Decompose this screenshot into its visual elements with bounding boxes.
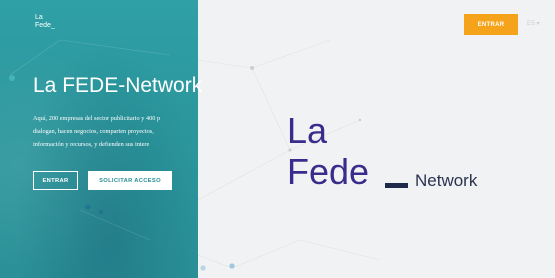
header-logo-line1: La [35, 14, 43, 21]
hero-description-line1: Aquí, 200 empresas del sector publicitar… [33, 115, 161, 122]
request-access-button[interactable]: SOLICITAR ACCESO [88, 171, 172, 190]
hero-description-line2: dialogan, hacen negocios, comparten proy… [33, 128, 154, 135]
brand-logo-network: Network [415, 171, 478, 190]
header-logo-line2: Fede_ [35, 22, 55, 29]
brand-logo-fede: Fede [287, 151, 370, 192]
hero-description: Aquí, 200 empresas del sector publicitar… [33, 112, 258, 151]
language-selector[interactable]: ES ▾ [527, 20, 540, 27]
brand-logo-underscore [385, 183, 408, 188]
brand-logo-la: La [287, 110, 328, 151]
enter-button[interactable]: ENTRAR [33, 171, 78, 190]
header-enter-button[interactable]: ENTRAR [464, 14, 518, 35]
hero-description-line3: información y recursos, y defienden sus … [33, 141, 150, 148]
landing-page: La Fede_ ENTRAR ES ▾ La FEDE-Network Aqu… [0, 0, 555, 278]
header-logo[interactable]: La Fede_ [35, 14, 55, 30]
hero-title: La FEDE-Network [33, 74, 203, 97]
